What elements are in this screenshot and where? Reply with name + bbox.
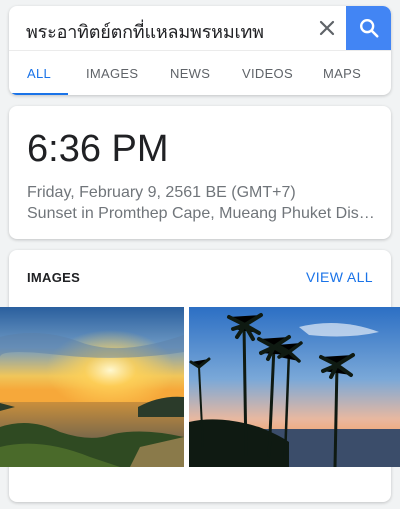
tab-images[interactable]: IMAGES	[86, 51, 138, 95]
tab-maps[interactable]: MAPS	[323, 51, 361, 95]
images-heading: IMAGES	[27, 270, 81, 285]
image-thumbnail-1[interactable]	[0, 307, 184, 467]
active-tab-indicator	[9, 93, 68, 95]
search-icon	[359, 19, 379, 38]
close-icon	[319, 20, 335, 36]
sunset-place: Sunset in Promthep Cape, Mueang Phuket D…	[27, 205, 377, 222]
time-card: 6:36 PM Friday, February 9, 2561 BE (GMT…	[9, 106, 391, 239]
search-input[interactable]: พระอาทิตย์ตกที่แหลมพรหมเทพ	[26, 17, 264, 46]
search-tabs: ALL IMAGES NEWS VIDEOS MAPS	[9, 50, 391, 95]
tab-news[interactable]: NEWS	[170, 51, 210, 95]
sunset-image-1	[0, 307, 184, 467]
search-bar: พระอาทิตย์ตกที่แหลมพรหมเทพ	[9, 6, 391, 50]
search-card: พระอาทิตย์ตกที่แหลมพรหมเทพ ALL IMAGES NE…	[9, 6, 391, 95]
sunset-date: Friday, February 9, 2561 BE (GMT+7)	[27, 184, 296, 201]
sunset-image-2	[189, 307, 400, 467]
tab-videos[interactable]: VIDEOS	[242, 51, 293, 95]
clear-button[interactable]	[313, 14, 341, 42]
tab-all[interactable]: ALL	[27, 51, 51, 95]
image-thumbnail-2[interactable]	[189, 307, 400, 467]
view-all-link[interactable]: VIEW ALL	[306, 269, 373, 285]
sunset-time: 6:36 PM	[27, 128, 169, 170]
search-button[interactable]	[346, 6, 391, 50]
